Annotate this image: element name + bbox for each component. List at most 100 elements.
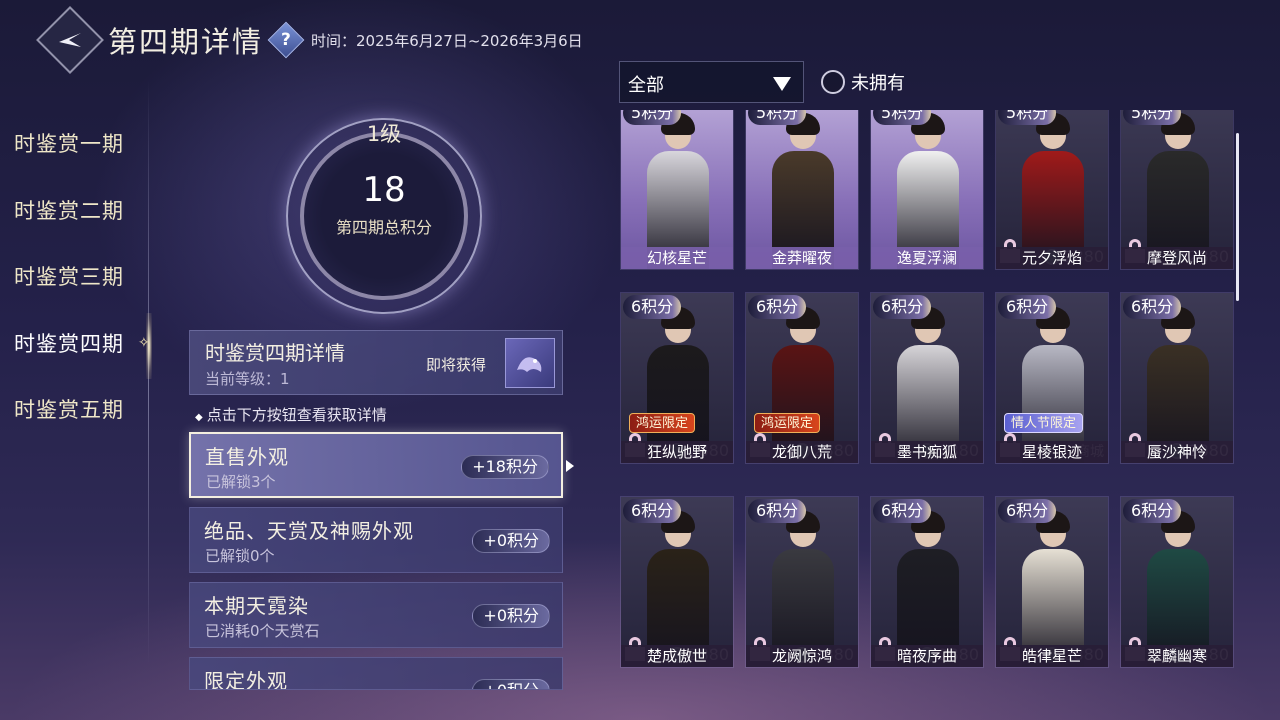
outfit-name: 翠麟幽寒 bbox=[1121, 645, 1233, 667]
character-portrait bbox=[1020, 113, 1086, 269]
outfit-points-badge: 5积分 bbox=[873, 110, 932, 125]
limited-tag: 鸿运限定 bbox=[754, 413, 821, 433]
upcoming-reward-item[interactable] bbox=[505, 338, 555, 388]
outfit-name: 狂纵驰野 bbox=[621, 441, 733, 463]
character-portrait bbox=[645, 113, 711, 269]
sidebar-item-season-4[interactable]: 时鉴赏四期 ✧ bbox=[0, 310, 150, 377]
outfit-card[interactable]: 6积分2880龙阙惊鸿 bbox=[745, 496, 859, 668]
outfit-card[interactable]: 5积分金莽曜夜 bbox=[745, 110, 859, 270]
outfit-points-badge: 6积分 bbox=[873, 499, 932, 523]
outfit-points-badge: 6积分 bbox=[623, 295, 682, 319]
outfit-card[interactable]: 6积分情人节限定商城星棱银迹 bbox=[995, 292, 1109, 464]
character-portrait bbox=[770, 307, 836, 463]
not-owned-label: 未拥有 bbox=[851, 73, 905, 94]
level-medallion: 1级 18 第四期总积分 bbox=[286, 118, 482, 314]
radio-circle-icon[interactable] bbox=[821, 70, 845, 94]
outfit-card[interactable]: 6积分2880墨书痴狐 bbox=[870, 292, 984, 464]
grid-scrollbar[interactable] bbox=[1236, 133, 1239, 301]
outfit-card[interactable]: 6积分2880蜃沙神怜 bbox=[1120, 292, 1234, 464]
outfit-points-badge: 6积分 bbox=[873, 295, 932, 319]
outfit-card[interactable]: 6积分2880皓律星芒 bbox=[995, 496, 1109, 668]
outfit-name: 龙御八荒 bbox=[746, 441, 858, 463]
outfit-name: 楚成傲世 bbox=[621, 645, 733, 667]
outfit-card[interactable]: 5积分2880摩登风尚 bbox=[1120, 110, 1234, 270]
points-badge: +0积分 bbox=[472, 604, 550, 628]
back-arrow-icon bbox=[59, 33, 81, 47]
filter-dropdown[interactable]: 全部 bbox=[619, 61, 804, 103]
category-direct-sale[interactable]: 直售外观 已解锁3个 +18积分 bbox=[189, 432, 563, 498]
outfit-points-badge: 6积分 bbox=[623, 499, 682, 523]
outfit-name: 星棱银迹 bbox=[996, 441, 1108, 463]
character-portrait bbox=[645, 307, 711, 463]
character-portrait bbox=[1020, 307, 1086, 463]
character-portrait bbox=[895, 113, 961, 269]
help-button[interactable]: ? bbox=[267, 21, 305, 59]
outfit-points-badge: 5积分 bbox=[748, 110, 807, 125]
character-portrait bbox=[1145, 307, 1211, 463]
time-range: 时间：2025年6月27日~2026年3月6日 bbox=[311, 31, 583, 50]
outfit-name: 暗夜序曲 bbox=[871, 645, 983, 667]
points-badge: +0积分 bbox=[472, 529, 550, 553]
total-points-value: 18 bbox=[362, 170, 406, 210]
outfit-name: 蜃沙神怜 bbox=[1121, 441, 1233, 463]
outfit-points-badge: 5积分 bbox=[998, 110, 1057, 125]
outfit-points-badge: 5积分 bbox=[1123, 110, 1182, 125]
outfit-points-badge: 6积分 bbox=[748, 295, 807, 319]
points-badge: +0积分 bbox=[472, 679, 550, 689]
outfit-card[interactable]: 6积分2880暗夜序曲 bbox=[870, 496, 984, 668]
season-detail-card[interactable]: 时鉴赏四期详情 当前等级：1 即将获得 bbox=[189, 330, 563, 395]
character-portrait bbox=[645, 511, 711, 667]
total-points-label: 第四期总积分 bbox=[335, 218, 432, 237]
outfit-card[interactable]: 6积分2880翠麟幽寒 bbox=[1120, 496, 1234, 668]
character-portrait bbox=[1145, 511, 1211, 667]
diamond-bullet-icon: ◆ bbox=[195, 412, 203, 423]
outfit-card[interactable]: 5积分幻核星芒 bbox=[620, 110, 734, 270]
outfit-name: 幻核星芒 bbox=[621, 247, 733, 269]
not-owned-toggle[interactable]: 未拥有 bbox=[821, 69, 905, 95]
dropdown-triangle-icon bbox=[773, 77, 791, 91]
outfit-card[interactable]: 6积分鸿运限定2880狂纵驰野 bbox=[620, 292, 734, 464]
limited-tag: 鸿运限定 bbox=[629, 413, 696, 433]
reward-emblem-icon bbox=[517, 357, 542, 372]
character-portrait bbox=[895, 511, 961, 667]
category-premium-outfits[interactable]: 绝品、天赏及神赐外观 已解锁0个 +0积分 bbox=[189, 507, 563, 573]
active-marker-icon: ✧ bbox=[138, 334, 151, 351]
outfit-name: 元夕浮焰 bbox=[996, 247, 1108, 269]
outfit-points-badge: 6积分 bbox=[1123, 499, 1182, 523]
character-portrait bbox=[1145, 113, 1211, 269]
points-badge: +18积分 bbox=[461, 455, 549, 479]
upcoming-reward-label: 即将获得 bbox=[426, 356, 487, 374]
character-portrait bbox=[1020, 511, 1086, 667]
outfit-card[interactable]: 5积分 逸夏浮澜 bbox=[870, 110, 984, 270]
header: 第四期详情 ? 时间：2025年6月27日~2026年3月6日 bbox=[36, 6, 583, 74]
category-dye[interactable]: 本期天霓染 已消耗0个天赏石 +0积分 bbox=[189, 582, 563, 648]
back-button[interactable] bbox=[36, 6, 104, 74]
limited-tag: 情人节限定 bbox=[1004, 413, 1084, 433]
character-portrait bbox=[895, 307, 961, 463]
season-sidebar: 时鉴赏一期 时鉴赏二期 时鉴赏三期 时鉴赏四期 ✧ 时鉴赏五期 bbox=[0, 110, 150, 443]
outfit-card[interactable]: 6积分2880楚成傲世 bbox=[620, 496, 734, 668]
outfit-points-badge: 6积分 bbox=[1123, 295, 1182, 319]
sidebar-item-season-5[interactable]: 时鉴赏五期 bbox=[0, 376, 150, 443]
page-title: 第四期详情 bbox=[108, 25, 264, 59]
question-mark-icon: ? bbox=[281, 30, 291, 50]
current-level: 当前等级：1 bbox=[205, 370, 290, 388]
character-portrait bbox=[770, 113, 836, 269]
level-label: 1级 bbox=[366, 122, 402, 146]
outfit-card[interactable]: 5积分2880元夕浮焰 bbox=[995, 110, 1109, 270]
hint-text: ◆ 点击下方按钮查看获取详情 bbox=[195, 406, 387, 424]
filter-value: 全部 bbox=[628, 75, 664, 96]
outfit-name: 龙阙惊鸿 bbox=[746, 645, 858, 667]
outfit-name: 墨书痴狐 bbox=[871, 441, 983, 463]
category-limited-outfits[interactable]: 限定外观 +0积分 bbox=[189, 657, 563, 690]
sidebar-item-season-2[interactable]: 时鉴赏二期 bbox=[0, 177, 150, 244]
outfit-points-badge: 6积分 bbox=[748, 499, 807, 523]
outfit-points-badge: 5积分 bbox=[623, 110, 682, 125]
outfit-card[interactable]: 6积分鸿运限定2880龙御八荒 bbox=[745, 292, 859, 464]
outfit-name: 金莽曜夜 bbox=[746, 247, 858, 269]
season-detail-title: 时鉴赏四期详情 bbox=[205, 341, 345, 365]
outfit-grid: 5积分幻核星芒5积分金莽曜夜5积分逸夏浮澜5积分2880元夕浮焰5积分2880摩… bbox=[620, 110, 1238, 688]
sidebar-item-season-1[interactable]: 时鉴赏一期 bbox=[0, 110, 150, 177]
outfit-name: 皓律星芒 bbox=[996, 645, 1108, 667]
sidebar-item-season-3[interactable]: 时鉴赏三期 bbox=[0, 243, 150, 310]
